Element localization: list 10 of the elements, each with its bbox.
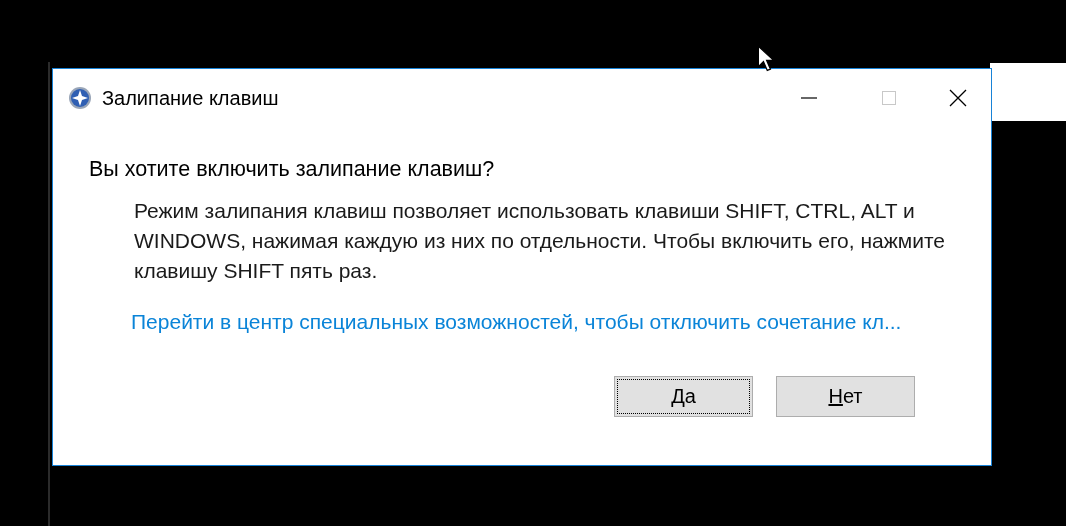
question-text: Вы хотите включить залипание клавиш? bbox=[89, 157, 496, 182]
dialog-button[interactable]: Нет bbox=[776, 376, 915, 417]
ease-of-access-link[interactable]: Перейти в центр специальных возможностей, чтобы отключить сочетание кл... bbox=[131, 310, 991, 334]
dialog-button[interactable]: Да bbox=[614, 376, 753, 417]
close-icon bbox=[949, 89, 967, 107]
description-text: Режим залипания клавиш позволяет использовать клавиши SHIFT, CTRL, ALT и WINDOWS, нажимая каждую из них по отдельности. Чтобы включить его, нажмите клавишу SHIFT пять раз. bbox=[134, 198, 946, 284]
accessibility-icon bbox=[68, 86, 92, 110]
minimize-icon bbox=[801, 97, 817, 99]
maximize-icon bbox=[881, 90, 897, 106]
window-title: Залипание клавиш bbox=[102, 86, 279, 110]
